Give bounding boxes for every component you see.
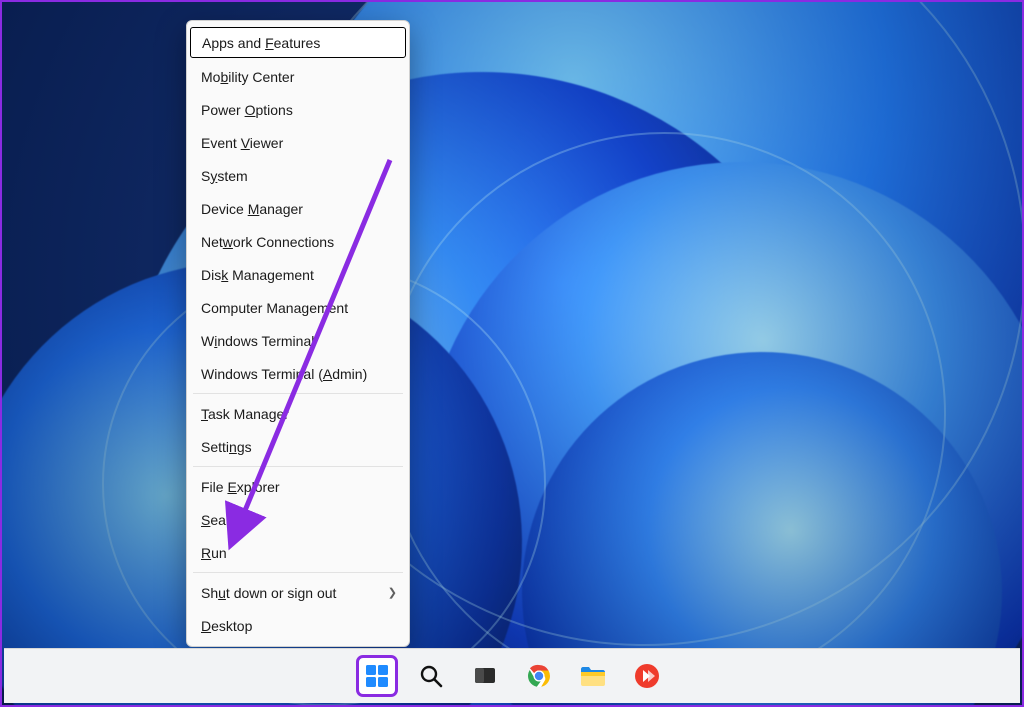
menu-item-label: Network Connections: [201, 234, 334, 250]
taskbar-task-view-button[interactable]: [467, 658, 503, 694]
menu-item-desktop[interactable]: Desktop: [187, 609, 409, 642]
taskbar-start-button[interactable]: [359, 658, 395, 694]
task-view-icon: [472, 663, 498, 689]
menu-item-label: Power Options: [201, 102, 293, 118]
menu-item-label: Device Manager: [201, 201, 303, 217]
windows-start-icon: [364, 663, 390, 689]
menu-item-label: Task Manager: [201, 406, 289, 422]
taskbar-chrome-button[interactable]: [521, 658, 557, 694]
menu-item-label: Windows Terminal: [201, 333, 314, 349]
menu-item-computer-management[interactable]: Computer Management: [187, 291, 409, 324]
menu-item-search[interactable]: Search: [187, 503, 409, 536]
anydesk-icon: [634, 663, 660, 689]
menu-item-label: Windows Terminal (Admin): [201, 366, 367, 382]
start-context-menu[interactable]: Apps and Features Mobility Center Power Op…: [186, 20, 410, 647]
menu-item-label: Mobility Center: [201, 69, 294, 85]
menu-item-shutdown-signout[interactable]: Shut down or sign out: [187, 576, 409, 609]
menu-item-windows-terminal[interactable]: Windows Terminal: [187, 324, 409, 357]
menu-item-system[interactable]: System: [187, 159, 409, 192]
menu-item-power-options[interactable]: Power Options: [187, 93, 409, 126]
menu-item-apps-and-features[interactable]: Apps and Features: [190, 27, 406, 58]
menu-item-label: Shut down or sign out: [201, 585, 336, 601]
menu-item-disk-management[interactable]: Disk Management: [187, 258, 409, 291]
menu-item-settings[interactable]: Settings: [187, 430, 409, 463]
menu-item-network-connections[interactable]: Network Connections: [187, 225, 409, 258]
menu-item-label: Settings: [201, 439, 252, 455]
menu-item-label: Computer Management: [201, 300, 348, 316]
menu-item-run[interactable]: Run: [187, 536, 409, 569]
menu-item-file-explorer[interactable]: File Explorer: [187, 470, 409, 503]
menu-item-label: System: [201, 168, 248, 184]
menu-item-device-manager[interactable]: Device Manager: [187, 192, 409, 225]
search-icon: [418, 663, 444, 689]
desktop-wallpaper: [2, 2, 1022, 705]
chrome-icon: [526, 663, 552, 689]
taskbar: [4, 648, 1020, 703]
taskbar-file-explorer-button[interactable]: [575, 658, 611, 694]
file-explorer-icon: [579, 663, 607, 689]
menu-item-label: File Explorer: [201, 479, 280, 495]
menu-item-mobility-center[interactable]: Mobility Center: [187, 60, 409, 93]
menu-item-label: Run: [201, 545, 227, 561]
desktop-viewport: Apps and Features Mobility Center Power Op…: [0, 0, 1024, 707]
taskbar-anydesk-button[interactable]: [629, 658, 665, 694]
menu-item-windows-terminal-admin[interactable]: Windows Terminal (Admin): [187, 357, 409, 390]
menu-separator: [193, 466, 403, 467]
menu-separator: [193, 572, 403, 573]
menu-separator: [193, 393, 403, 394]
menu-item-label: Search: [201, 512, 245, 528]
taskbar-search-button[interactable]: [413, 658, 449, 694]
menu-item-label: Apps and Features: [202, 35, 320, 51]
menu-item-label: Event Viewer: [201, 135, 283, 151]
menu-item-label: Disk Management: [201, 267, 314, 283]
menu-item-task-manager[interactable]: Task Manager: [187, 397, 409, 430]
menu-item-label: Desktop: [201, 618, 252, 634]
menu-item-event-viewer[interactable]: Event Viewer: [187, 126, 409, 159]
